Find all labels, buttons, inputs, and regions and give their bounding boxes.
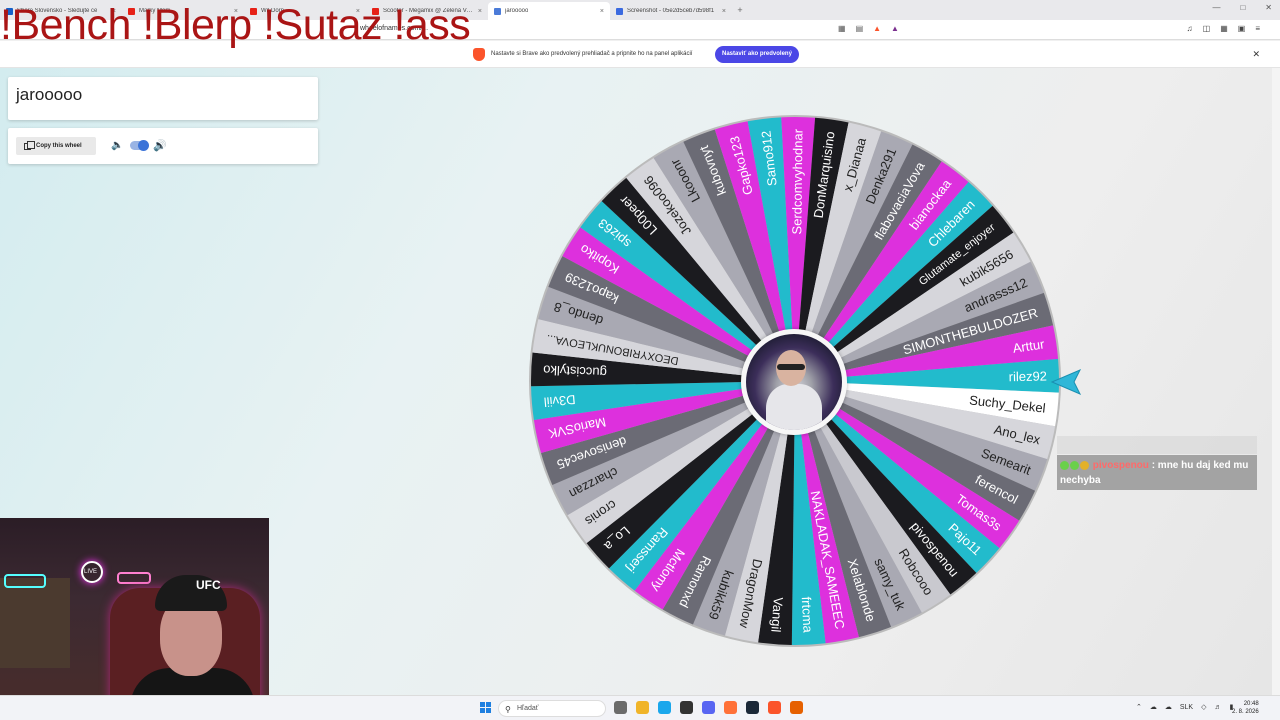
wheel-entry-label: Vangil: [768, 597, 786, 633]
address-bar-icons: ▦ ▤ ▲ ▲: [838, 24, 899, 33]
toggle-knob: [138, 140, 149, 151]
vpn-icon[interactable]: ▣: [1238, 24, 1246, 33]
volume-icon: 🔊: [153, 140, 167, 152]
set-default-button[interactable]: Nastaviť ako predvolený: [715, 46, 799, 63]
taskbar-app-icon[interactable]: [702, 701, 715, 714]
wheel-entry-label: Serdcomvyhodnar: [789, 128, 805, 234]
webcam-cap-logo: UFC: [196, 578, 221, 592]
window-controls: — □ ✕: [1212, 3, 1272, 12]
webcam-live-text: LIVE: [84, 569, 98, 575]
wheel-entry-label: D3viil: [543, 392, 576, 410]
tab-close-icon[interactable]: ×: [478, 8, 482, 15]
taskbar-search[interactable]: ⚲ Hľadať: [498, 700, 606, 717]
tray-chevron-icon[interactable]: ⌃: [1136, 703, 1142, 711]
taskbar-app-icon[interactable]: [724, 701, 737, 714]
new-tab-button[interactable]: +: [732, 5, 748, 15]
wheel-title-card: jarooooo: [8, 77, 318, 120]
browser-tab[interactable]: Screenshot - 05e2d5ceb7d598f1 ×: [610, 2, 732, 20]
infobar-close-icon[interactable]: ✕: [1252, 49, 1260, 60]
chat-username: pivospenou: [1092, 460, 1149, 471]
rewards-icon[interactable]: ▲: [891, 24, 899, 33]
taskbar-app-icon[interactable]: [614, 701, 627, 714]
webcam-overlay: LIVE UFC: [0, 518, 269, 720]
copy-wheel-label: Copy this wheel: [36, 143, 82, 149]
speaker-icon[interactable]: ♬: [1215, 704, 1222, 711]
system-tray: ⌃ ☁ ☁ SLK ◇ ♬ ▮: [1136, 703, 1233, 712]
taskbar-app-icon[interactable]: [636, 701, 649, 714]
minimize-icon[interactable]: —: [1212, 3, 1220, 12]
copy-wheel-button[interactable]: Copy this wheel: [16, 137, 96, 155]
infobar-message: Nastavte si Brave ako predvolený prehlia…: [491, 51, 693, 57]
page-scrollbar[interactable]: [1272, 68, 1280, 695]
taskbar-app-icon[interactable]: [768, 701, 781, 714]
taskbar-app-icon[interactable]: [658, 701, 671, 714]
wallet-icon[interactable]: ▦: [1220, 24, 1228, 33]
chat-badge-icon: [1060, 460, 1069, 470]
webcam-neon-sign: [4, 574, 46, 588]
clock-time: 20:48: [1243, 701, 1259, 707]
stream-commands-overlay: !Bench !Blerp !Sutaz !ass: [0, 1, 471, 49]
wheel-entry-label: frtcma: [799, 596, 816, 634]
taskbar-apps: [614, 701, 803, 714]
maximize-icon[interactable]: □: [1240, 3, 1245, 12]
taskbar-app-icon[interactable]: [746, 701, 759, 714]
chat-message: pivospenou : mne hu daj ked mu nechyba: [1057, 455, 1257, 490]
tab-label: jarooooo: [505, 8, 529, 14]
taskbar-clock[interactable]: 20:48 2. 8. 2026: [1232, 700, 1259, 716]
wheel-entry-label: guccistylko: [543, 362, 607, 380]
menu-icon[interactable]: ≡: [1255, 24, 1260, 33]
chat-badge-icon: [1080, 460, 1089, 470]
wheel-controls-card: Copy this wheel 🔈 🔊: [8, 128, 318, 164]
search-icon: ⚲: [505, 705, 511, 714]
copy-icon: [24, 140, 35, 150]
wheel-title[interactable]: jarooooo: [16, 85, 82, 105]
brave-logo-icon: [473, 48, 485, 61]
browser-tab[interactable]: jarooooo ×: [488, 2, 610, 20]
chat-badges: [1060, 458, 1090, 473]
network-icon[interactable]: ☁: [1150, 703, 1157, 711]
webcam-neon-sign-2: [117, 572, 151, 584]
tab-favicon-icon: [494, 7, 501, 15]
search-placeholder: Hľadať: [517, 705, 539, 712]
translate-icon[interactable]: ▦: [838, 24, 846, 33]
close-window-icon[interactable]: ✕: [1265, 3, 1272, 12]
sidebar-icon[interactable]: ◫: [1203, 24, 1211, 33]
windows-start-icon[interactable]: [480, 702, 492, 714]
toolbar-right: ♫ ◫ ▦ ▣ ≡: [1187, 24, 1260, 33]
photo-body: [766, 384, 822, 430]
sound-toggle[interactable]: [130, 140, 149, 151]
taskbar: ⚲ Hľadať ⌃ ☁ ☁ SLK ◇ ♬ ▮ 20:48 2. 8. 202…: [0, 695, 1280, 720]
chat-message-faded: [1057, 436, 1257, 454]
wheel-pointer-icon: [1050, 369, 1082, 395]
chat-badge-icon: [1070, 460, 1079, 470]
photo-glasses: [777, 364, 805, 370]
cloud-icon[interactable]: ☁: [1165, 703, 1172, 711]
taskbar-app-icon[interactable]: [680, 701, 693, 714]
tab-close-icon[interactable]: ×: [600, 8, 604, 15]
tab-label: Screenshot - 05e2d5ceb7d598f1: [627, 8, 715, 14]
brave-shields-icon[interactable]: ▲: [873, 24, 881, 33]
clock-date: 2. 8. 2026: [1232, 709, 1259, 715]
media-icon[interactable]: ♫: [1187, 24, 1193, 33]
wheel-center-image[interactable]: [741, 329, 847, 435]
reader-icon[interactable]: ▤: [856, 24, 864, 33]
tab-favicon-icon: [616, 7, 623, 15]
taskbar-app-icon[interactable]: [790, 701, 803, 714]
language-indicator[interactable]: SLK: [1180, 704, 1193, 711]
tab-close-icon[interactable]: ×: [722, 8, 726, 15]
wifi-icon[interactable]: ◇: [1201, 703, 1206, 711]
webcam-shelf: [0, 578, 70, 668]
mute-icon: 🔈: [111, 140, 124, 151]
wheel-entry-label: rilez92: [1009, 368, 1048, 384]
